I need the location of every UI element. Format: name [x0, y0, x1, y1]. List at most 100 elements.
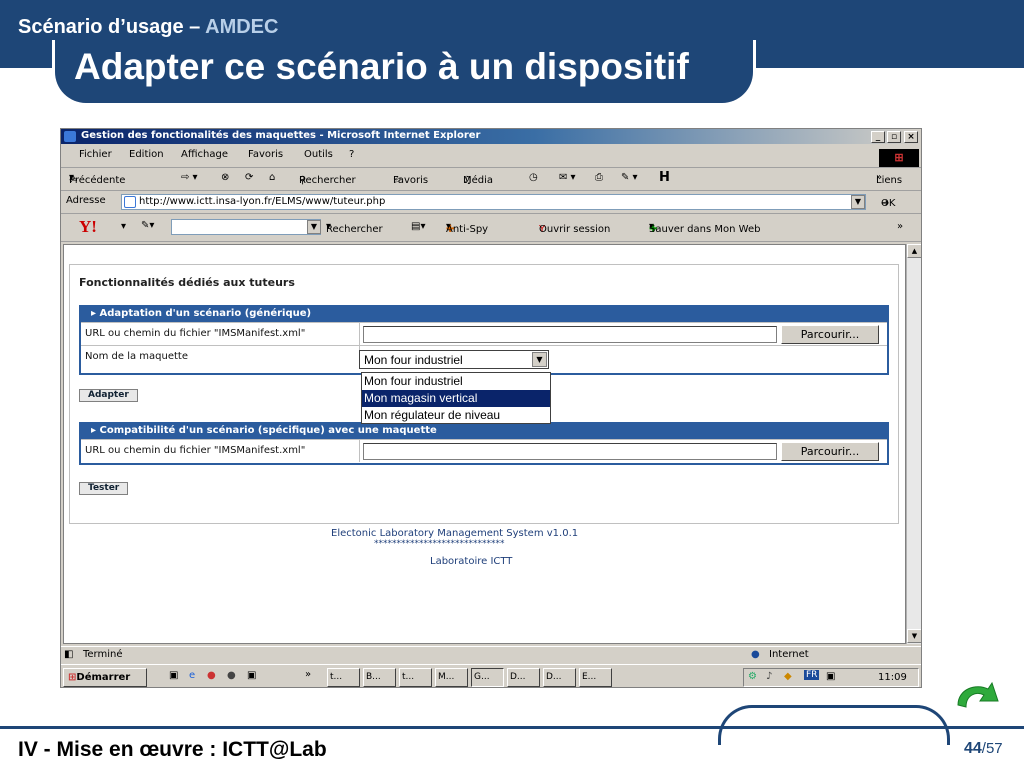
app-quick-icon[interactable]: ▣	[247, 670, 256, 681]
task-button[interactable]: M...	[435, 668, 468, 687]
browser-titlebar: Gestion des fonctionalités des maquettes…	[61, 129, 921, 144]
tray-shield-icon[interactable]: ◆	[784, 671, 792, 682]
page-done-icon: ◧	[64, 649, 74, 660]
menu-edition[interactable]: Edition	[129, 149, 164, 160]
task-button[interactable]: t...	[399, 668, 432, 687]
url-input-2[interactable]	[363, 443, 777, 460]
menu-outils[interactable]: Outils	[304, 149, 333, 160]
task-button[interactable]: D...	[507, 668, 540, 687]
windows-logo-icon: ⊞	[879, 149, 919, 167]
messenger-icon[interactable]: H	[659, 170, 670, 185]
compatibility-section: ▸ Compatibilité d'un scénario (spécifiqu…	[79, 422, 889, 465]
taskbar-chevron-icon[interactable]: »	[305, 669, 311, 680]
task-button[interactable]: D...	[543, 668, 576, 687]
start-button[interactable]: ⊞Démarrer	[63, 668, 147, 687]
scroll-up-icon[interactable]: ▲	[907, 244, 921, 258]
task-button[interactable]: t...	[327, 668, 360, 687]
menu-help[interactable]: ?	[349, 149, 354, 160]
save-myweb-button[interactable]: ✚ Sauver dans Mon Web ▾	[649, 221, 760, 235]
app-red-icon[interactable]: ●	[207, 670, 216, 681]
app-version: Electonic Laboratory Management System v…	[331, 528, 579, 539]
standard-toolbar: ⇦ Précédente ▾ ⇨ ▾ ⊗ ⟳ ⌂ ⚲ Rechercher ☆ …	[61, 169, 921, 191]
task-button[interactable]: E...	[579, 668, 612, 687]
taskbar: ⊞Démarrer ▣ e ● ● ▣ » t... B... t... M..…	[61, 664, 921, 687]
minimize-icon[interactable]: _	[871, 131, 885, 143]
slide-title: Adapter ce scénario à un dispositif	[74, 46, 689, 87]
vertical-scrollbar[interactable]: ▲ ▼	[906, 244, 921, 644]
slide-section-title: Scénario d’usage – AMDEC	[18, 16, 279, 38]
url-input-1[interactable]	[363, 326, 777, 343]
menu-favoris[interactable]: Favoris	[248, 149, 283, 160]
status-text: Terminé	[83, 649, 123, 660]
scroll-down-icon[interactable]: ▼	[907, 629, 921, 643]
address-dropdown-icon[interactable]: ▼	[851, 195, 865, 209]
home-icon[interactable]: ⌂	[269, 172, 275, 183]
tray-network-icon[interactable]: ▣	[826, 671, 835, 682]
browse-button-2[interactable]: Parcourir...	[781, 442, 879, 461]
tray-app-icon[interactable]: ⚙	[748, 671, 757, 682]
test-button[interactable]: Tester	[79, 482, 129, 495]
menu-bar: Fichier Edition Affichage Favoris Outils…	[61, 146, 921, 168]
address-value: http://www.ictt.insa-lyon.fr/ELMS/www/tu…	[139, 196, 386, 207]
back-button[interactable]: ⇦ Précédente ▾	[69, 172, 125, 186]
model-dropdown-list: Mon four industriel Mon magasin vertical…	[361, 372, 551, 424]
tray-sound-icon[interactable]: ♪	[766, 671, 772, 682]
refresh-icon[interactable]: ⟳	[245, 172, 253, 183]
url-row-1: URL ou chemin du fichier "IMSManifest.xm…	[81, 322, 887, 345]
address-label: Adresse	[66, 195, 106, 206]
model-select[interactable]: Mon four industriel	[359, 350, 549, 369]
stop-icon[interactable]: ⊗	[221, 172, 229, 183]
pencil-icon[interactable]: ✎▾	[141, 220, 154, 231]
desktop-icon[interactable]: ▣	[169, 670, 178, 681]
status-bar: ◧ Terminé ● Internet	[61, 646, 921, 663]
footer-line	[0, 726, 1024, 729]
page-number: 44/57	[964, 740, 1003, 757]
dropdown-option[interactable]: Mon régulateur de niveau	[362, 407, 550, 424]
ydrop-icon[interactable]: ▾	[121, 221, 126, 232]
more-chevron-icon[interactable]: »	[897, 221, 903, 232]
app-gray-icon[interactable]: ●	[227, 670, 236, 681]
zone-text: Internet	[769, 649, 809, 660]
menu-fichier[interactable]: Fichier	[79, 149, 112, 160]
links-button[interactable]: Liens »	[876, 172, 902, 186]
model-label: Nom de la maquette	[85, 351, 188, 362]
row-divider	[359, 323, 360, 345]
adaptation-section-header: ▸ Adaptation d'un scénario (générique)	[81, 307, 887, 322]
antispy-button[interactable]: ✚ Anti-Spy ▾	[446, 221, 488, 235]
mail-icon[interactable]: ✉ ▾	[559, 172, 576, 183]
page-heading: Fonctionnalités dédiés aux tuteurs	[79, 276, 295, 289]
browser-window: Gestion des fonctionalités des maquettes…	[60, 128, 922, 688]
dropdown-option-highlighted[interactable]: Mon magasin vertical	[362, 390, 550, 407]
select-arrow-icon[interactable]: ▼	[532, 352, 547, 367]
url-label-2: URL ou chemin du fichier "IMSManifest.xm…	[85, 445, 306, 456]
y-search-button[interactable]: Rechercher ▾	[326, 221, 383, 235]
ie-quick-icon[interactable]: e	[189, 670, 195, 681]
close-icon[interactable]: ×	[904, 131, 918, 143]
dropdown-option[interactable]: Mon four industriel	[362, 373, 550, 390]
mail-y-icon[interactable]: ▤▾	[411, 221, 425, 232]
yahoo-search-dropdown-icon[interactable]: ▼	[307, 220, 321, 234]
menu-affichage[interactable]: Affichage	[181, 149, 228, 160]
slide-footer-text: IV - Mise en œuvre : ICTT@Lab	[18, 738, 327, 761]
browse-button-1[interactable]: Parcourir...	[781, 325, 879, 344]
url-label-1: URL ou chemin du fichier "IMSManifest.xm…	[85, 328, 306, 339]
window-title: Gestion des fonctionalités des maquettes…	[81, 130, 481, 141]
row-divider	[359, 440, 360, 462]
next-slide-arrow-icon[interactable]	[954, 679, 1002, 713]
history-icon[interactable]: ◷	[529, 172, 538, 183]
task-button[interactable]: B...	[363, 668, 396, 687]
footer-tab	[718, 705, 950, 745]
footer-stars: *****************************	[374, 539, 505, 549]
lang-indicator[interactable]: FR	[804, 670, 820, 680]
edit-icon[interactable]: ✎ ▾	[621, 172, 638, 183]
task-button-active[interactable]: G...	[471, 668, 504, 687]
print-icon[interactable]: ⎙	[595, 172, 603, 183]
adapt-button[interactable]: Adapter	[79, 389, 138, 402]
forward-button[interactable]: ⇨ ▾	[181, 172, 198, 183]
yahoo-logo[interactable]: Y!	[79, 217, 97, 237]
yahoo-search-input[interactable]	[171, 219, 321, 235]
system-tray: ⚙ ♪ ◆ FR ▣ 11:09	[743, 668, 919, 687]
lab-link[interactable]: Laboratoire ICTT	[430, 556, 512, 567]
maximize-icon[interactable]: ▫	[887, 131, 901, 143]
url-row-2: URL ou chemin du fichier "IMSManifest.xm…	[81, 439, 887, 462]
